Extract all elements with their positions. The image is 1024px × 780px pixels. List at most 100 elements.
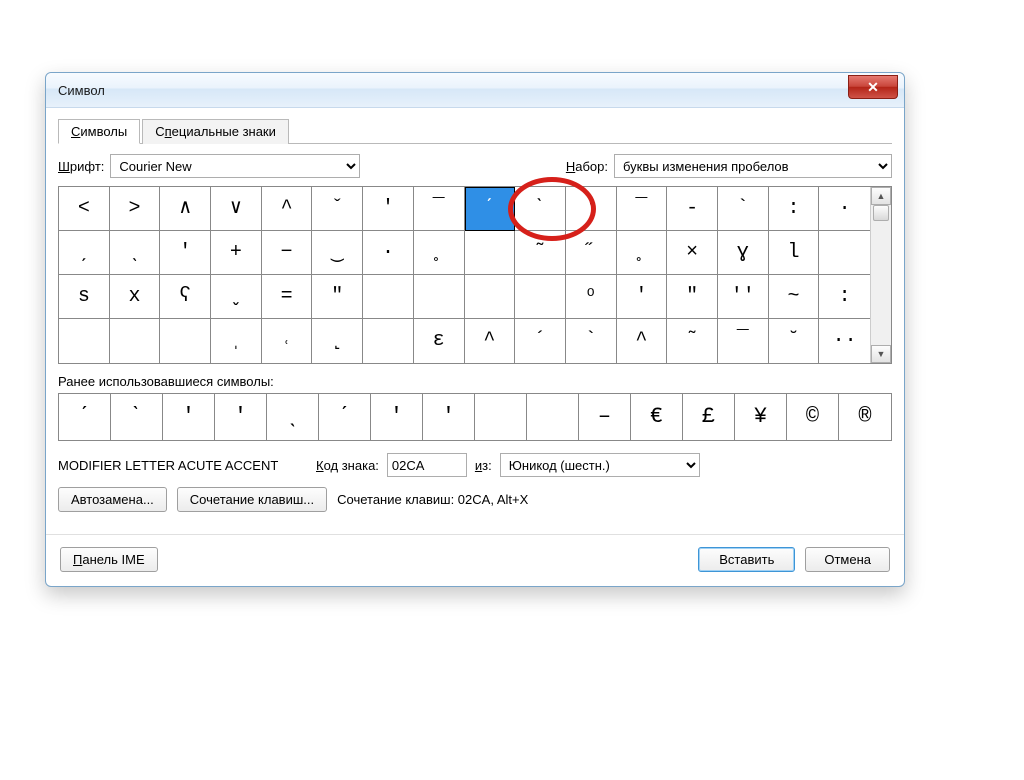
grid-cell[interactable]: ^ (617, 319, 668, 363)
from-select[interactable]: Юникод (шестн.) (500, 453, 700, 477)
grid-cell[interactable]: ˇ (312, 187, 363, 231)
recent-cell[interactable]: ' (423, 394, 475, 440)
grid-cell[interactable]: : (819, 275, 870, 319)
autocorrect-button[interactable]: Автозамена... (58, 487, 167, 512)
grid-cell[interactable]: ˘ (769, 319, 820, 363)
code-input[interactable] (387, 453, 467, 477)
recent-cell[interactable] (527, 394, 579, 440)
recent-cell[interactable]: ˎ (267, 394, 319, 440)
grid-cell[interactable]: ~ (769, 275, 820, 319)
recent-cell[interactable]: ˊ (59, 394, 111, 440)
grid-cell[interactable]: · (363, 231, 414, 275)
grid-cell[interactable]: ¯ (414, 187, 465, 231)
grid-cell[interactable]: ^ (262, 187, 313, 231)
grid-cell[interactable]: ` (718, 187, 769, 231)
grid-cell[interactable]: > (110, 187, 161, 231)
grid-cell[interactable]: ˓ (262, 319, 313, 363)
tab-symbols[interactable]: Символы (58, 119, 140, 144)
shortcut-row: Автозамена... Сочетание клавиш... Сочета… (58, 487, 892, 512)
recent-cell[interactable]: – (579, 394, 631, 440)
grid-cell[interactable]: ʺ (312, 275, 363, 319)
grid-cell[interactable]: ʺ (667, 275, 718, 319)
recent-cell[interactable]: ® (839, 394, 891, 440)
grid-cell[interactable] (59, 319, 110, 363)
recent-cell[interactable]: £ (683, 394, 735, 440)
grid-cell[interactable]: ˎ (110, 231, 161, 275)
grid-cell[interactable] (363, 319, 414, 363)
grid-cell[interactable]: ʹʹ (718, 275, 769, 319)
grid-cell[interactable]: ɛ (414, 319, 465, 363)
recent-cell[interactable]: ˊ (319, 394, 371, 440)
grid-cell[interactable]: ѕ (59, 275, 110, 319)
grid-cell[interactable]: : (769, 187, 820, 231)
set-select[interactable]: буквы изменения пробелов (614, 154, 892, 178)
recent-cell[interactable]: € (631, 394, 683, 440)
grid-cell[interactable]: ·· (819, 319, 870, 363)
grid-cell[interactable]: ‿ (312, 231, 363, 275)
grid-cell[interactable] (160, 319, 211, 363)
grid-cell[interactable]: ' (617, 275, 668, 319)
grid-cell[interactable]: − (262, 231, 313, 275)
description-row: MODIFIER LETTER ACUTE ACCENT Код знака: … (58, 453, 892, 477)
grid-cell[interactable]: ' (160, 231, 211, 275)
tab-special[interactable]: Специальные знаки (142, 119, 289, 144)
grid-cell[interactable]: - (667, 187, 718, 231)
ime-panel-button[interactable]: Панель IME (60, 547, 158, 572)
grid-cell[interactable]: ´ (515, 319, 566, 363)
grid-cell[interactable]: ʕ (160, 275, 211, 319)
grid-cell[interactable]: ˝ (566, 231, 617, 275)
grid-cell[interactable] (465, 275, 516, 319)
recent-cell[interactable]: ' (371, 394, 423, 440)
grid-cell[interactable] (363, 275, 414, 319)
grid-cell[interactable]: ˻ (312, 319, 363, 363)
scroll-thumb[interactable] (873, 205, 889, 221)
grid-cell[interactable]: ∧ (160, 187, 211, 231)
grid-cell[interactable]: · (819, 187, 870, 231)
grid-cell[interactable]: < (59, 187, 110, 231)
grid-cell[interactable] (515, 275, 566, 319)
grid-cell[interactable]: ˊ (465, 187, 516, 231)
grid-cell[interactable]: + (211, 231, 262, 275)
grid-cell[interactable] (414, 275, 465, 319)
symbol-grid: <>∧∨^ˇ'¯ˊˋ'¯-`:·ˏˎ'+−‿·˳˜˝˳×ɣlѕxʕˬ=ʺͦ'ʺʹ… (59, 187, 870, 363)
grid-cell[interactable]: = (262, 275, 313, 319)
grid-cell[interactable]: ˬ (211, 275, 262, 319)
grid-scrollbar[interactable]: ▲ ▼ (870, 187, 891, 363)
recent-cell[interactable]: ' (215, 394, 267, 440)
recent-cell[interactable] (475, 394, 527, 440)
recent-label: Ранее использовавшиеся символы: (58, 374, 892, 389)
grid-cell[interactable]: × (667, 231, 718, 275)
grid-cell[interactable]: ¯ (617, 187, 668, 231)
grid-cell[interactable]: ` (566, 319, 617, 363)
recent-cell[interactable]: ˋ (111, 394, 163, 440)
grid-cell[interactable]: ˜ (515, 231, 566, 275)
grid-cell[interactable]: ˏ (59, 231, 110, 275)
scroll-up-icon[interactable]: ▲ (871, 187, 891, 205)
cancel-button[interactable]: Отмена (805, 547, 890, 572)
recent-cell[interactable]: © (787, 394, 839, 440)
grid-cell[interactable] (465, 231, 516, 275)
grid-cell[interactable]: l (769, 231, 820, 275)
font-select[interactable]: Courier New (110, 154, 360, 178)
shortcut-key-button[interactable]: Сочетание клавиш... (177, 487, 327, 512)
grid-cell[interactable]: ^ (465, 319, 516, 363)
grid-cell[interactable]: x (110, 275, 161, 319)
recent-cell[interactable]: ¥ (735, 394, 787, 440)
grid-cell[interactable]: ˜ (667, 319, 718, 363)
grid-cell[interactable]: ' (566, 187, 617, 231)
recent-cell[interactable]: ' (163, 394, 215, 440)
scroll-down-icon[interactable]: ▼ (871, 345, 891, 363)
grid-cell[interactable]: ˋ (515, 187, 566, 231)
grid-cell[interactable]: ¯ (718, 319, 769, 363)
close-button[interactable]: ✕ (848, 75, 898, 99)
grid-cell[interactable]: ˳ (617, 231, 668, 275)
grid-cell[interactable]: ɣ (718, 231, 769, 275)
grid-cell[interactable]: ˌ (211, 319, 262, 363)
grid-cell[interactable]: ˳ (414, 231, 465, 275)
grid-cell[interactable]: ' (363, 187, 414, 231)
grid-cell[interactable]: ∨ (211, 187, 262, 231)
grid-cell[interactable] (110, 319, 161, 363)
grid-cell[interactable]: ͦ (566, 275, 617, 319)
grid-cell[interactable] (819, 231, 870, 275)
insert-button[interactable]: Вставить (698, 547, 795, 572)
